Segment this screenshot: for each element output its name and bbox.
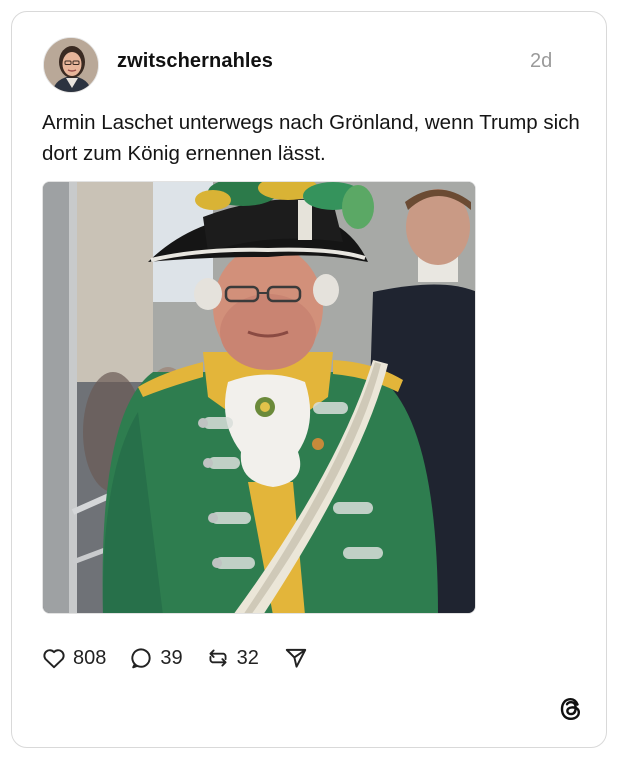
heart-icon [41, 645, 67, 671]
reply-button[interactable]: 39 [128, 645, 183, 671]
reply-count: 39 [160, 646, 183, 669]
repost-count: 32 [236, 646, 259, 669]
repost-icon [205, 645, 231, 671]
timestamp[interactable]: 2d [530, 50, 552, 73]
comment-icon [128, 645, 154, 671]
like-button[interactable]: 808 [41, 645, 106, 671]
avatar[interactable] [43, 37, 99, 93]
send-icon [283, 645, 309, 671]
post-card: zwitschernahles 2d Armin Laschet unterwe… [11, 11, 607, 748]
threads-logo-icon[interactable] [557, 695, 585, 723]
repost-button[interactable]: 32 [205, 645, 259, 671]
like-count: 808 [73, 646, 107, 669]
action-bar: 808 39 32 [41, 644, 309, 672]
share-button[interactable] [283, 645, 309, 671]
username[interactable]: zwitschernahles [117, 50, 273, 73]
post-text: Armin Laschet unterwegs nach Grönland, w… [42, 111, 580, 165]
post-image[interactable] [42, 181, 476, 614]
